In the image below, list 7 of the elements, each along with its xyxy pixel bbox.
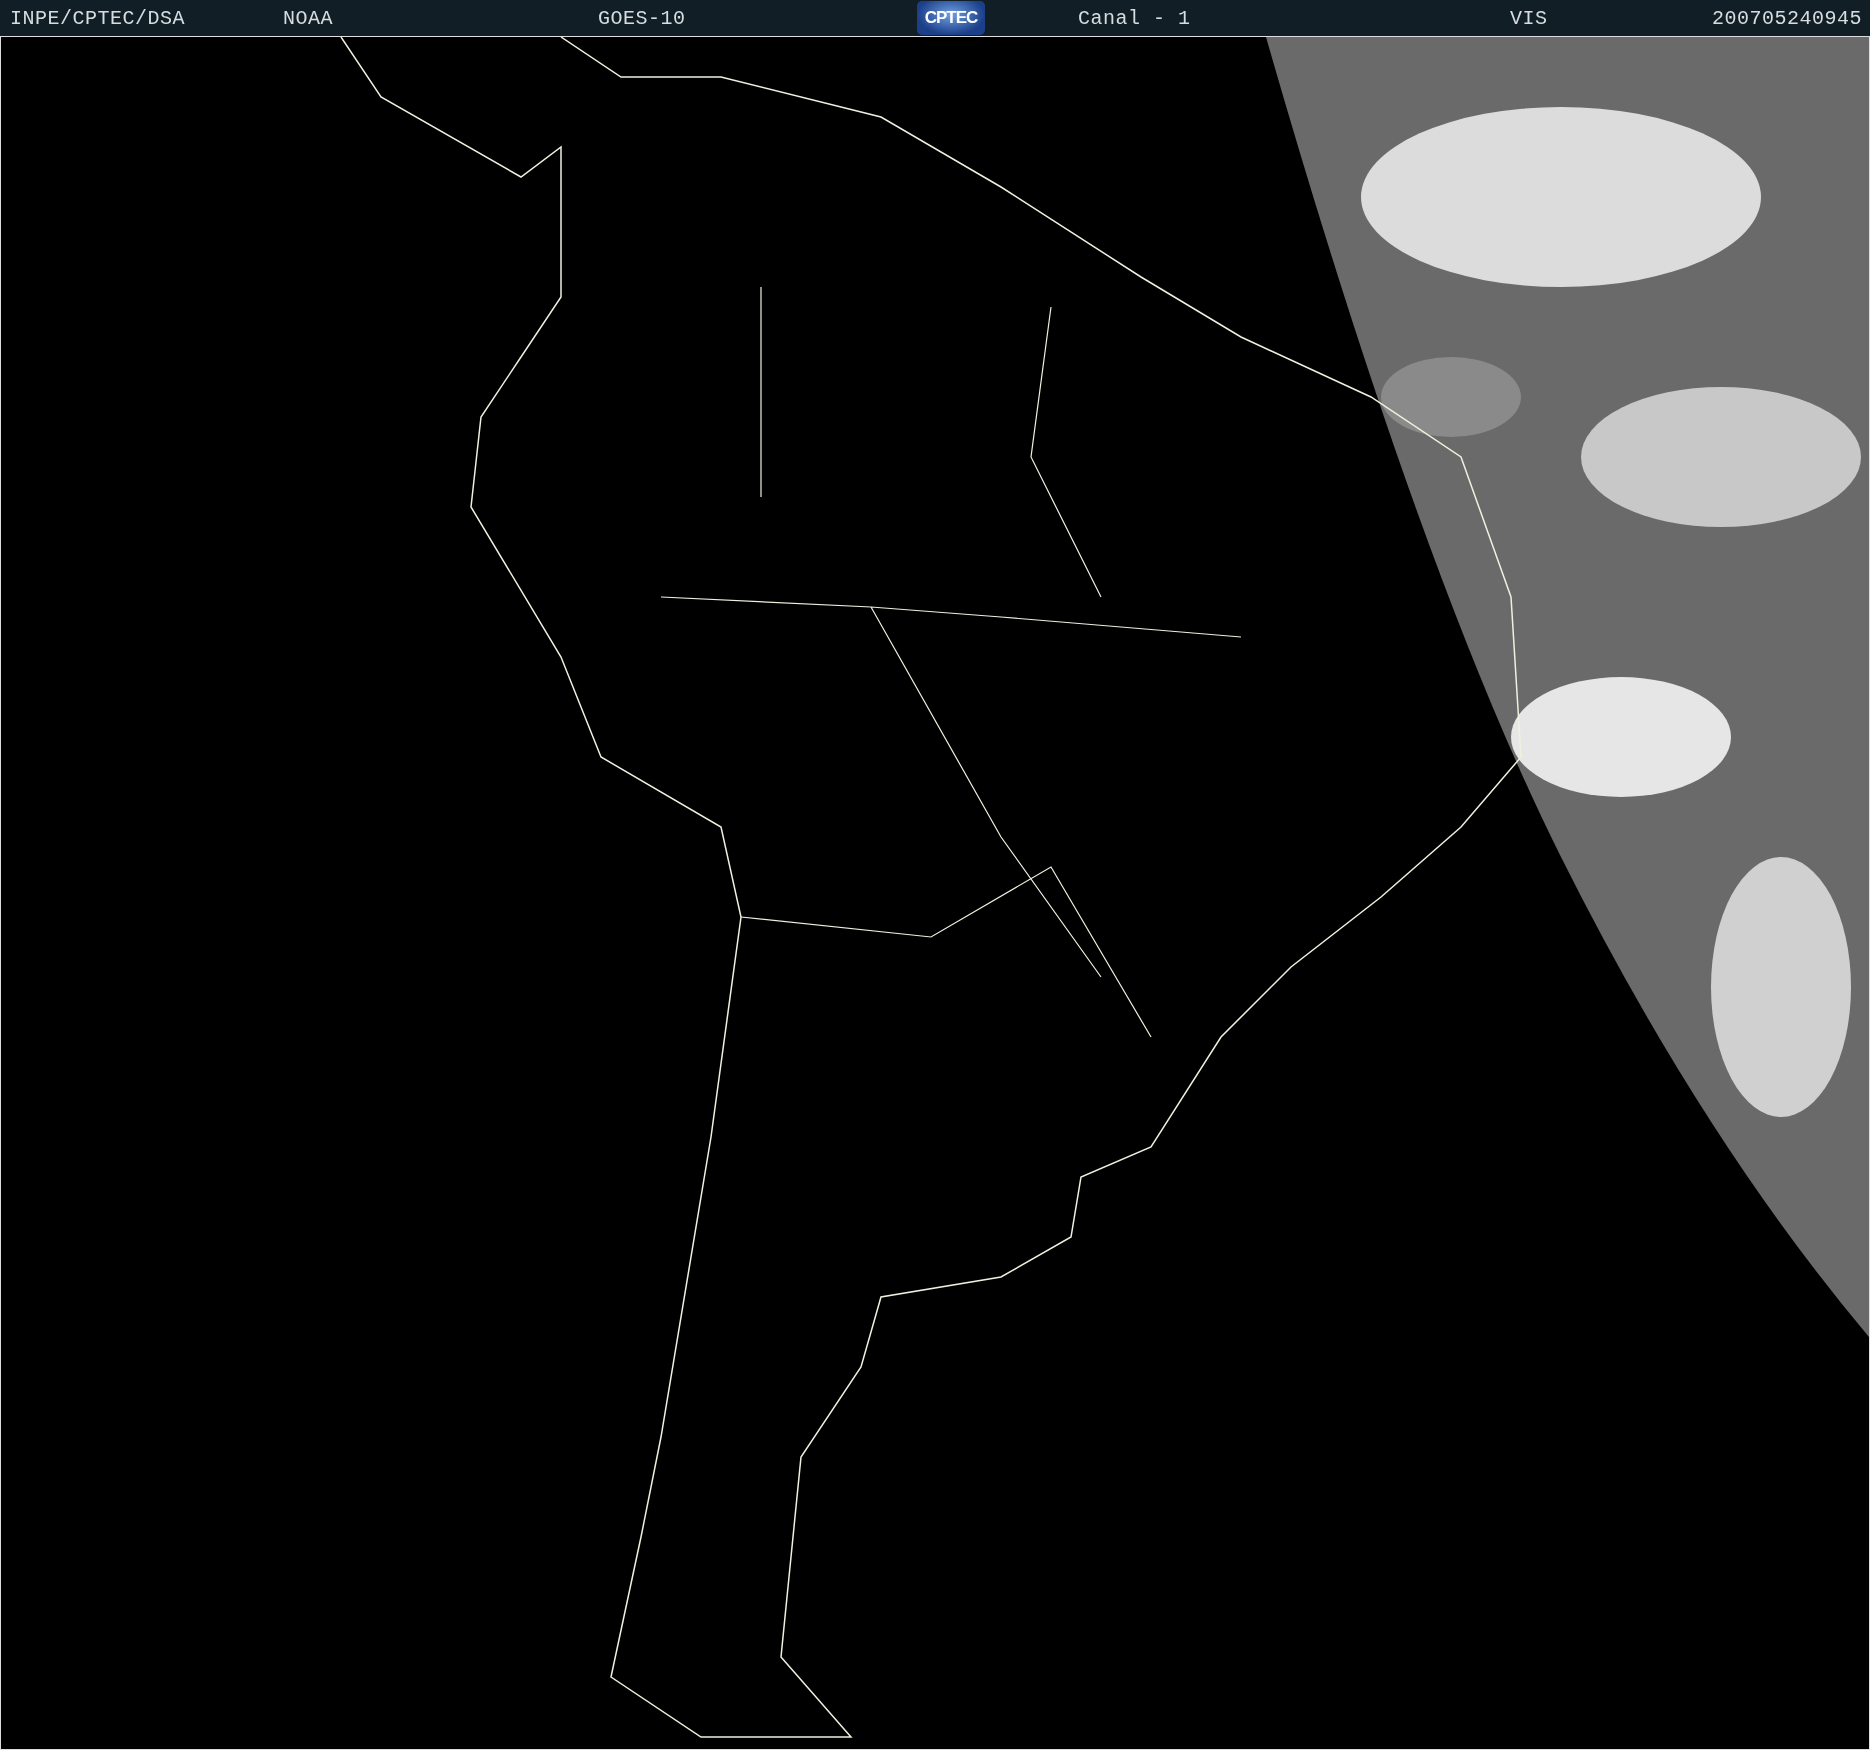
agency-label: INPE/CPTEC/DSA <box>10 6 187 30</box>
band-label: VIS <box>1510 6 1548 30</box>
channel-label: Canal - 1 <box>1078 6 1192 30</box>
logo: CPTEC <box>917 1 985 35</box>
satellite-label: GOES-10 <box>598 6 687 30</box>
timestamp-label: 200705240945 <box>1711 6 1862 30</box>
source-label: NOAA <box>283 6 334 30</box>
